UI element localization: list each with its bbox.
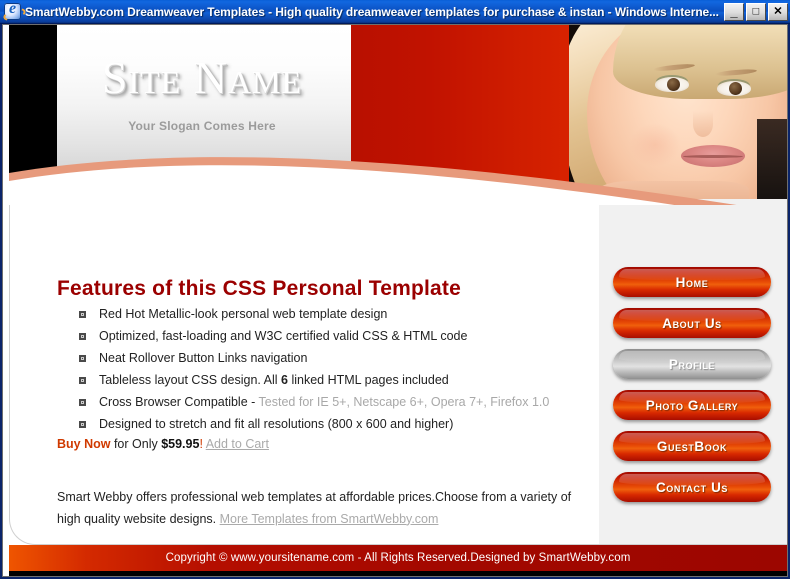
feature-text: Red Hot Metallic-look personal web templ…	[99, 307, 388, 321]
nav-label: About Us	[662, 315, 722, 331]
feature-text: Designed to stretch and fit all resoluti…	[99, 417, 454, 431]
site-identity: Site Name Your Slogan Comes Here	[57, 52, 347, 134]
nav-button-contact-us[interactable]: Contact Us	[613, 472, 771, 502]
feature-text-post: linked HTML pages included	[288, 373, 449, 387]
close-glyph: ✕	[773, 5, 783, 17]
for-only-label: for Only	[110, 437, 162, 451]
maximize-button[interactable]: □	[746, 2, 766, 21]
site-footer: Copyright © www.yoursitename.com - All R…	[9, 545, 787, 571]
page-title: Features of this CSS Personal Template	[57, 277, 461, 301]
feature-text-pre: Cross Browser Compatible -	[99, 395, 259, 409]
feature-browser-list: Tested for IE 5+, Netscape 6+, Opera 7+,…	[258, 395, 550, 409]
feature-text-pre: Tableless layout CSS design. All	[99, 373, 282, 387]
browser-window: SmartWebby.com Dreamweaver Templates - H…	[0, 0, 790, 579]
purchase-line: Buy Now for Only $59.95! Add to Cart	[57, 437, 269, 451]
list-item: Neat Rollover Button Links navigation	[77, 349, 597, 367]
list-item: Tableless layout CSS design. All 6 linke…	[77, 371, 597, 389]
buy-now-label[interactable]: Buy Now	[57, 437, 110, 451]
internet-explorer-icon	[4, 0, 21, 20]
main-navigation: Home About Us Profile Photo Gallery Gues…	[613, 267, 771, 513]
price-exclamation: !	[199, 437, 203, 451]
footer-black-bar	[3, 571, 787, 576]
title-bar: SmartWebby.com Dreamweaver Templates - H…	[0, 0, 790, 24]
list-item: Designed to stretch and fit all resoluti…	[77, 415, 597, 433]
window-title: SmartWebby.com Dreamweaver Templates - H…	[25, 4, 719, 19]
nav-button-about-us[interactable]: About Us	[613, 308, 771, 338]
list-item: Optimized, fast-loading and W3C certifie…	[77, 327, 597, 345]
site-name: Site Name	[101, 52, 303, 103]
more-templates-link[interactable]: More Templates from SmartWebby.com	[220, 512, 439, 526]
nav-label: Contact Us	[655, 479, 729, 495]
browser-client-area: Site Name Your Slogan Comes Here Feature…	[2, 24, 788, 577]
page-left-margin	[3, 25, 9, 576]
site-slogan: Your Slogan Comes Here	[128, 119, 276, 133]
copyright-text: Copyright © www.yoursitename.com - All R…	[165, 552, 631, 564]
nav-button-photo-gallery[interactable]: Photo Gallery	[613, 390, 771, 420]
feature-page-count: 6	[281, 373, 288, 387]
nav-button-profile[interactable]: Profile	[613, 349, 771, 379]
nav-button-home[interactable]: Home	[613, 267, 771, 297]
price-value: $59.95	[161, 437, 200, 451]
maximize-glyph: □	[752, 5, 760, 17]
nav-button-guestbook[interactable]: GuestBook	[613, 431, 771, 461]
nav-label: Photo Gallery	[645, 397, 739, 413]
nav-label: Home	[675, 274, 709, 290]
web-page: Site Name Your Slogan Comes Here Feature…	[3, 25, 787, 576]
feature-text: Optimized, fast-loading and W3C certifie…	[99, 329, 468, 343]
list-item: Red Hot Metallic-look personal web templ…	[77, 305, 597, 323]
banner-left-black-rail	[9, 25, 57, 181]
banner-photo	[569, 25, 787, 205]
minimize-glyph: _	[730, 3, 738, 19]
add-to-cart-link[interactable]: Add to Cart	[206, 437, 269, 451]
nav-label: Profile	[668, 356, 716, 372]
minimize-button[interactable]: _	[724, 2, 744, 21]
banner-left-gray-rail	[9, 181, 57, 199]
list-item: Cross Browser Compatible - Tested for IE…	[77, 393, 597, 411]
feature-text: Neat Rollover Button Links navigation	[99, 351, 308, 365]
content-area: Features of this CSS Personal Template R…	[9, 199, 787, 545]
nav-label: GuestBook	[656, 438, 728, 454]
feature-list: Red Hot Metallic-look personal web templ…	[77, 305, 597, 437]
intro-paragraph: Smart Webby offers professional web temp…	[57, 486, 597, 530]
close-button[interactable]: ✕	[768, 2, 788, 21]
